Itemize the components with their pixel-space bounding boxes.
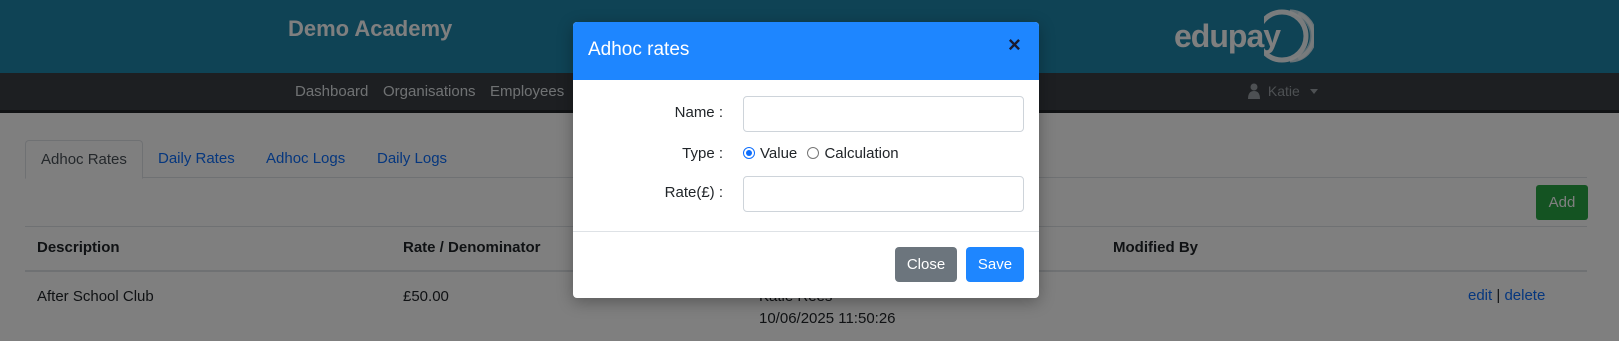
name-input[interactable]: [743, 96, 1024, 132]
close-icon[interactable]: ×: [1008, 34, 1021, 56]
save-button[interactable]: Save: [966, 247, 1024, 282]
radio-calculation-label: Calculation: [824, 145, 899, 162]
radio-value[interactable]: [743, 147, 755, 159]
radio-calculation[interactable]: [807, 147, 820, 159]
modal-title: Adhoc rates: [588, 39, 690, 60]
type-option-calculation[interactable]: Calculation: [807, 145, 899, 162]
type-label: Type :: [682, 145, 723, 162]
type-radio-group: Value Calculation: [743, 145, 905, 163]
modal-footer: Close Save: [573, 231, 1039, 298]
radio-value-label: Value: [760, 145, 798, 162]
adhoc-rates-modal: Adhoc rates × Name : Type : Value Calcul…: [573, 22, 1039, 298]
rate-input[interactable]: [743, 176, 1024, 212]
type-option-value[interactable]: Value: [743, 145, 797, 162]
rate-label: Rate(£) :: [664, 184, 723, 201]
name-label: Name :: [674, 104, 723, 121]
close-button[interactable]: Close: [895, 247, 957, 282]
modal-header: Adhoc rates ×: [573, 22, 1039, 80]
